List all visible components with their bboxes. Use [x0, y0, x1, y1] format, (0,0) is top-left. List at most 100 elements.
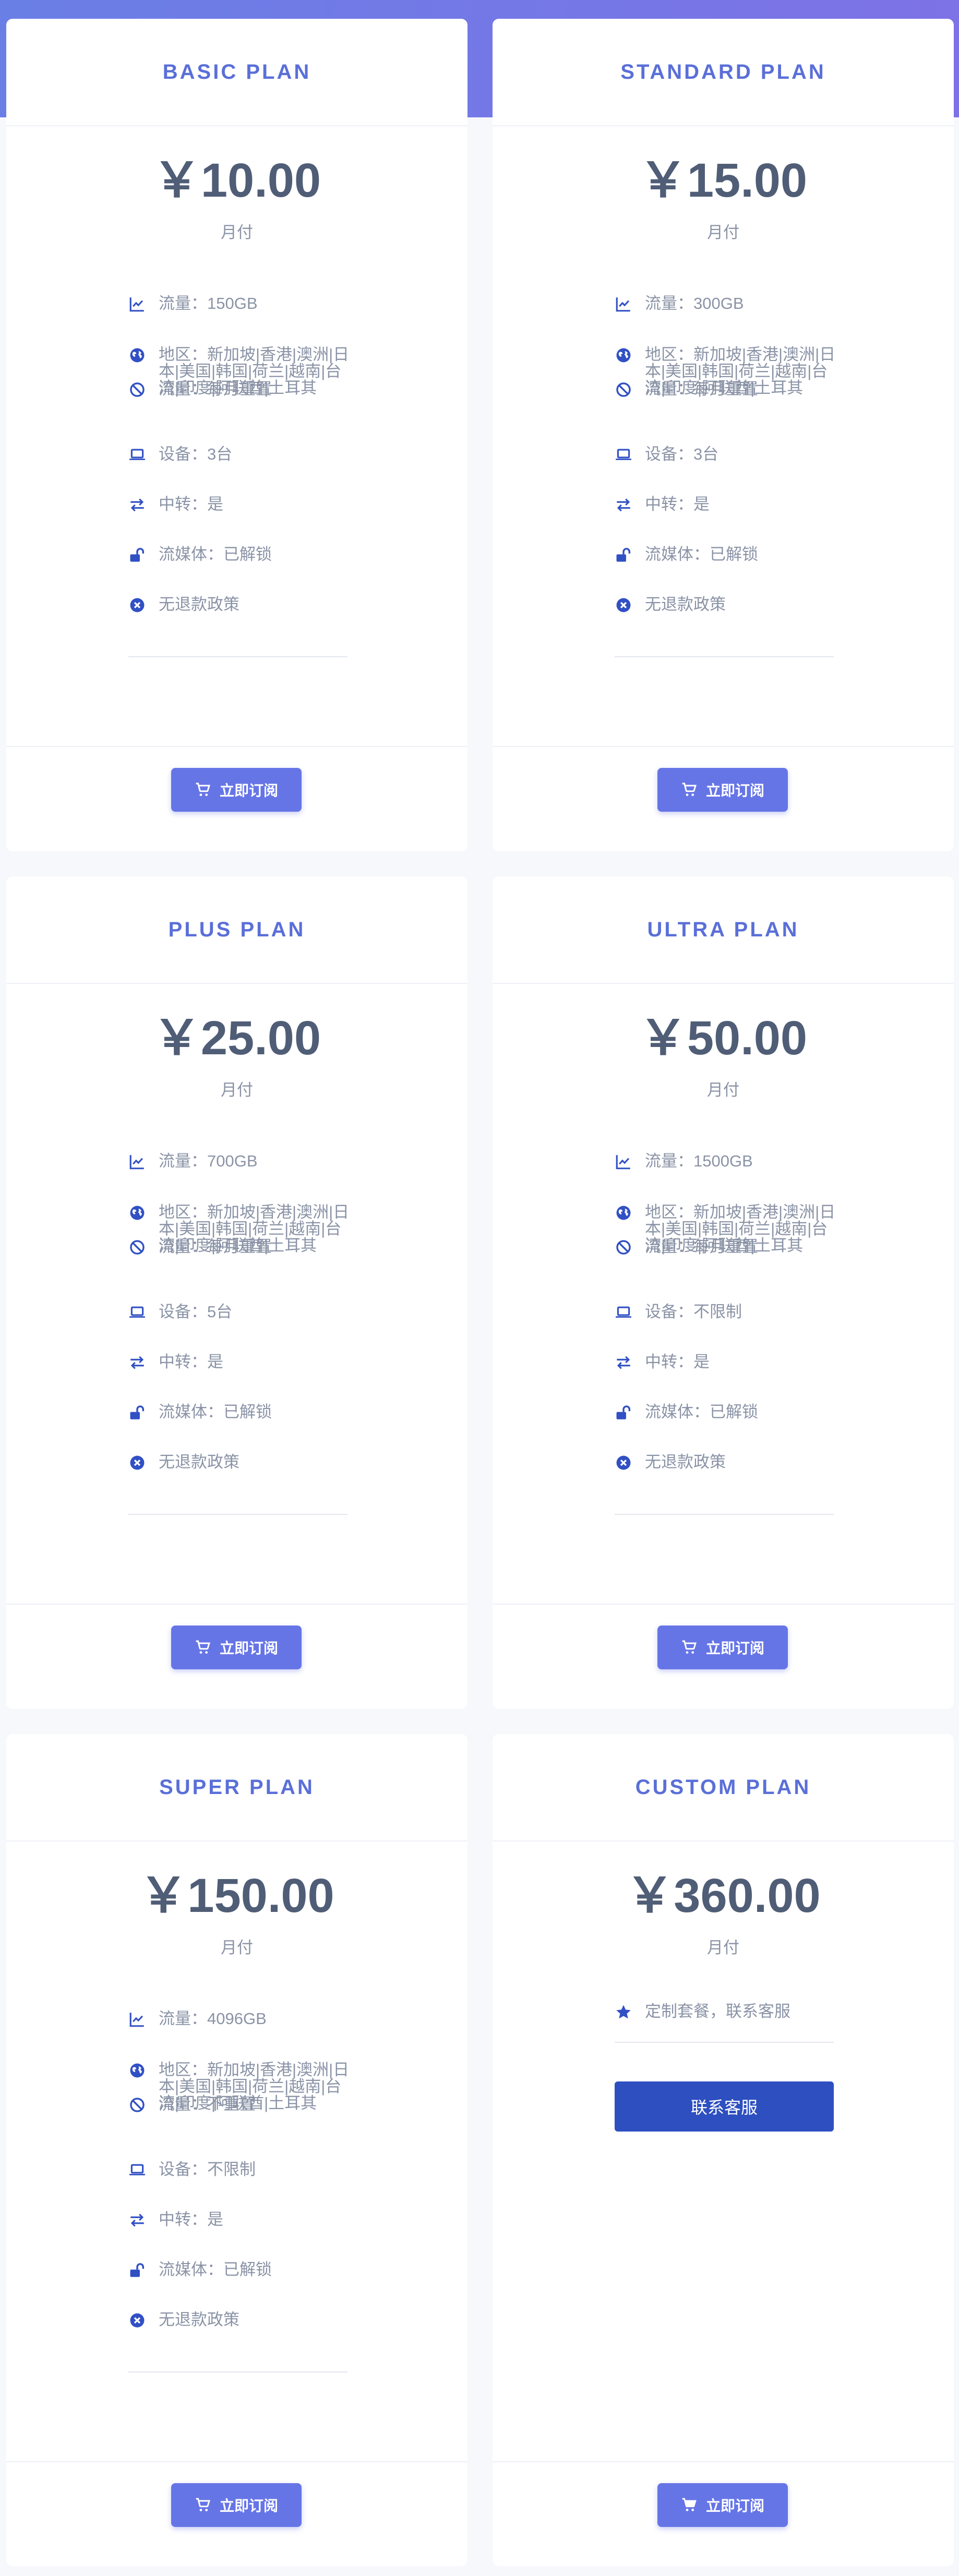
feature-text: 流量：不重置: [159, 2095, 256, 2113]
ban-icon: [615, 381, 632, 399]
feature-text: 设备：不限制: [645, 1303, 742, 1321]
plan-card-standard: STANDARD PLAN ￥15.00 月付 流量：300GB 地区：新加坡|香港|澳…: [493, 19, 954, 851]
feature-text: 流量：150GB: [159, 294, 258, 312]
laptop-icon: [128, 2161, 146, 2179]
feature-text: 无退款政策: [159, 595, 239, 613]
feature-text: 流媒体：已解锁: [645, 545, 758, 563]
subscribe-button[interactable]: 立即订阅: [657, 2483, 788, 2527]
feature-text: 无退款政策: [159, 1453, 239, 1471]
laptop-icon: [615, 446, 632, 464]
subscribe-button[interactable]: 立即订阅: [171, 768, 302, 812]
plan-price: ￥360.00: [626, 1869, 821, 1922]
feature-text: 定制套餐，联系客服: [645, 2002, 790, 2020]
feature-text: 设备：3台: [645, 445, 719, 463]
plan-period: 月付: [707, 1939, 739, 1957]
feature-text: 流量：4096GB: [159, 2009, 267, 2028]
plan-period: 月付: [707, 223, 739, 242]
cart-icon: [195, 1639, 211, 1656]
x-circle-icon: [128, 596, 146, 614]
exchange-icon: [128, 2211, 146, 2229]
unlock-icon: [128, 2261, 146, 2279]
subscribe-button[interactable]: 立即订阅: [171, 1626, 302, 1669]
divider: [615, 1514, 834, 1515]
divider: [615, 2042, 834, 2043]
plan-header: ULTRA PLAN: [493, 876, 954, 984]
plan-price: ￥150.00: [139, 1869, 334, 1922]
unlock-icon: [615, 1404, 632, 1422]
subscribe-label: 立即订阅: [705, 783, 764, 799]
feature-text: 流媒体：已解锁: [645, 1403, 758, 1421]
subscribe-label: 立即订阅: [705, 2498, 764, 2514]
chart-icon: [128, 2011, 146, 2028]
feature-text: 设备：3台: [159, 445, 233, 463]
exchange-icon: [128, 496, 146, 514]
plan-name: BASIC PLAN: [162, 60, 311, 83]
cart-icon: [195, 2497, 211, 2513]
plan-period: 月付: [707, 1081, 739, 1099]
plan-price: ￥15.00: [639, 154, 808, 207]
feature-text: 设备：5台: [159, 1303, 233, 1321]
plan-price: ￥25.00: [152, 1012, 321, 1065]
feature-text: 流量：每月重置: [645, 1237, 758, 1256]
plan-footer: 立即订阅: [493, 2461, 954, 2566]
feature-text: 设备：不限制: [159, 2160, 256, 2178]
plan-footer: 立即订阅: [493, 1604, 954, 1709]
feature-text: 中转：是: [159, 1353, 223, 1371]
divider: [128, 1514, 347, 1515]
cart-icon: [681, 781, 698, 798]
plan-header: CUSTOM PLAN: [493, 1734, 954, 1841]
ban-icon: [128, 2096, 146, 2114]
subscribe-button[interactable]: 立即订阅: [657, 1626, 788, 1669]
x-circle-icon: [615, 1454, 632, 1472]
subscribe-button[interactable]: 立即订阅: [657, 768, 788, 812]
x-circle-icon: [615, 596, 632, 614]
divider: [128, 656, 347, 657]
plan-footer: 立即订阅: [6, 746, 467, 851]
plan-name: ULTRA PLAN: [647, 918, 799, 941]
unlock-icon: [128, 546, 146, 564]
feature-text: 流量：每月重置: [645, 380, 758, 398]
plan-header: SUPER PLAN: [6, 1734, 467, 1841]
plan-footer: 立即订阅: [493, 746, 954, 851]
plan-header: STANDARD PLAN: [493, 19, 954, 126]
plan-header: BASIC PLAN: [6, 19, 467, 126]
subscribe-label: 立即订阅: [219, 783, 278, 799]
subscribe-label: 立即订阅: [705, 1640, 764, 1656]
plan-header: PLUS PLAN: [6, 876, 467, 984]
feature-text: 流媒体：已解锁: [159, 1403, 272, 1421]
cart-icon: [681, 2497, 698, 2513]
feature-text: 流量：每月重置: [159, 380, 272, 398]
subscribe-label: 立即订阅: [219, 2498, 278, 2514]
feature-text: 中转：是: [159, 2210, 223, 2229]
plan-name: PLUS PLAN: [168, 918, 306, 941]
unlock-icon: [615, 546, 632, 564]
feature-text: 流量：每月重置: [159, 1237, 272, 1256]
globe-icon: [615, 1204, 632, 1222]
feature-text: 中转：是: [645, 1353, 710, 1371]
unlock-icon: [128, 1404, 146, 1422]
plan-name: STANDARD PLAN: [620, 60, 826, 83]
plan-footer: 立即订阅: [6, 2461, 467, 2566]
plan-card-super: SUPER PLAN ￥150.00 月付 流量：4096GB 地区：新加坡|香港|澳洲…: [6, 1734, 467, 2566]
exchange-icon: [615, 496, 632, 514]
feature-text: 流媒体：已解锁: [159, 2260, 272, 2279]
plan-footer: 立即订阅: [6, 1604, 467, 1709]
plan-price: ￥50.00: [639, 1012, 808, 1065]
subscribe-button[interactable]: 立即订阅: [171, 2483, 302, 2527]
plan-card-basic: BASIC PLAN ￥10.00 月付 流量：150GB 地区：新加坡|香港|澳洲|日…: [6, 19, 467, 851]
feature-text: 无退款政策: [645, 1453, 726, 1471]
cart-icon: [681, 1639, 698, 1656]
plan-period: 月付: [221, 1081, 253, 1099]
divider: [615, 656, 834, 657]
exchange-icon: [615, 1354, 632, 1371]
contact-support-button[interactable]: 联系客服: [615, 2081, 834, 2132]
x-circle-icon: [128, 2312, 146, 2329]
feature-text: 中转：是: [159, 495, 223, 513]
globe-icon: [128, 2062, 146, 2079]
chart-icon: [128, 1153, 146, 1171]
feature-text: 无退款政策: [645, 595, 726, 613]
plan-card-custom: CUSTOM PLAN ￥360.00 月付 定制套餐，联系客服 联系客服 立即…: [493, 1734, 954, 2566]
plan-name: CUSTOM PLAN: [635, 1775, 811, 1799]
subscribe-label: 立即订阅: [219, 1640, 278, 1656]
feature-text: 流量：300GB: [645, 294, 744, 312]
